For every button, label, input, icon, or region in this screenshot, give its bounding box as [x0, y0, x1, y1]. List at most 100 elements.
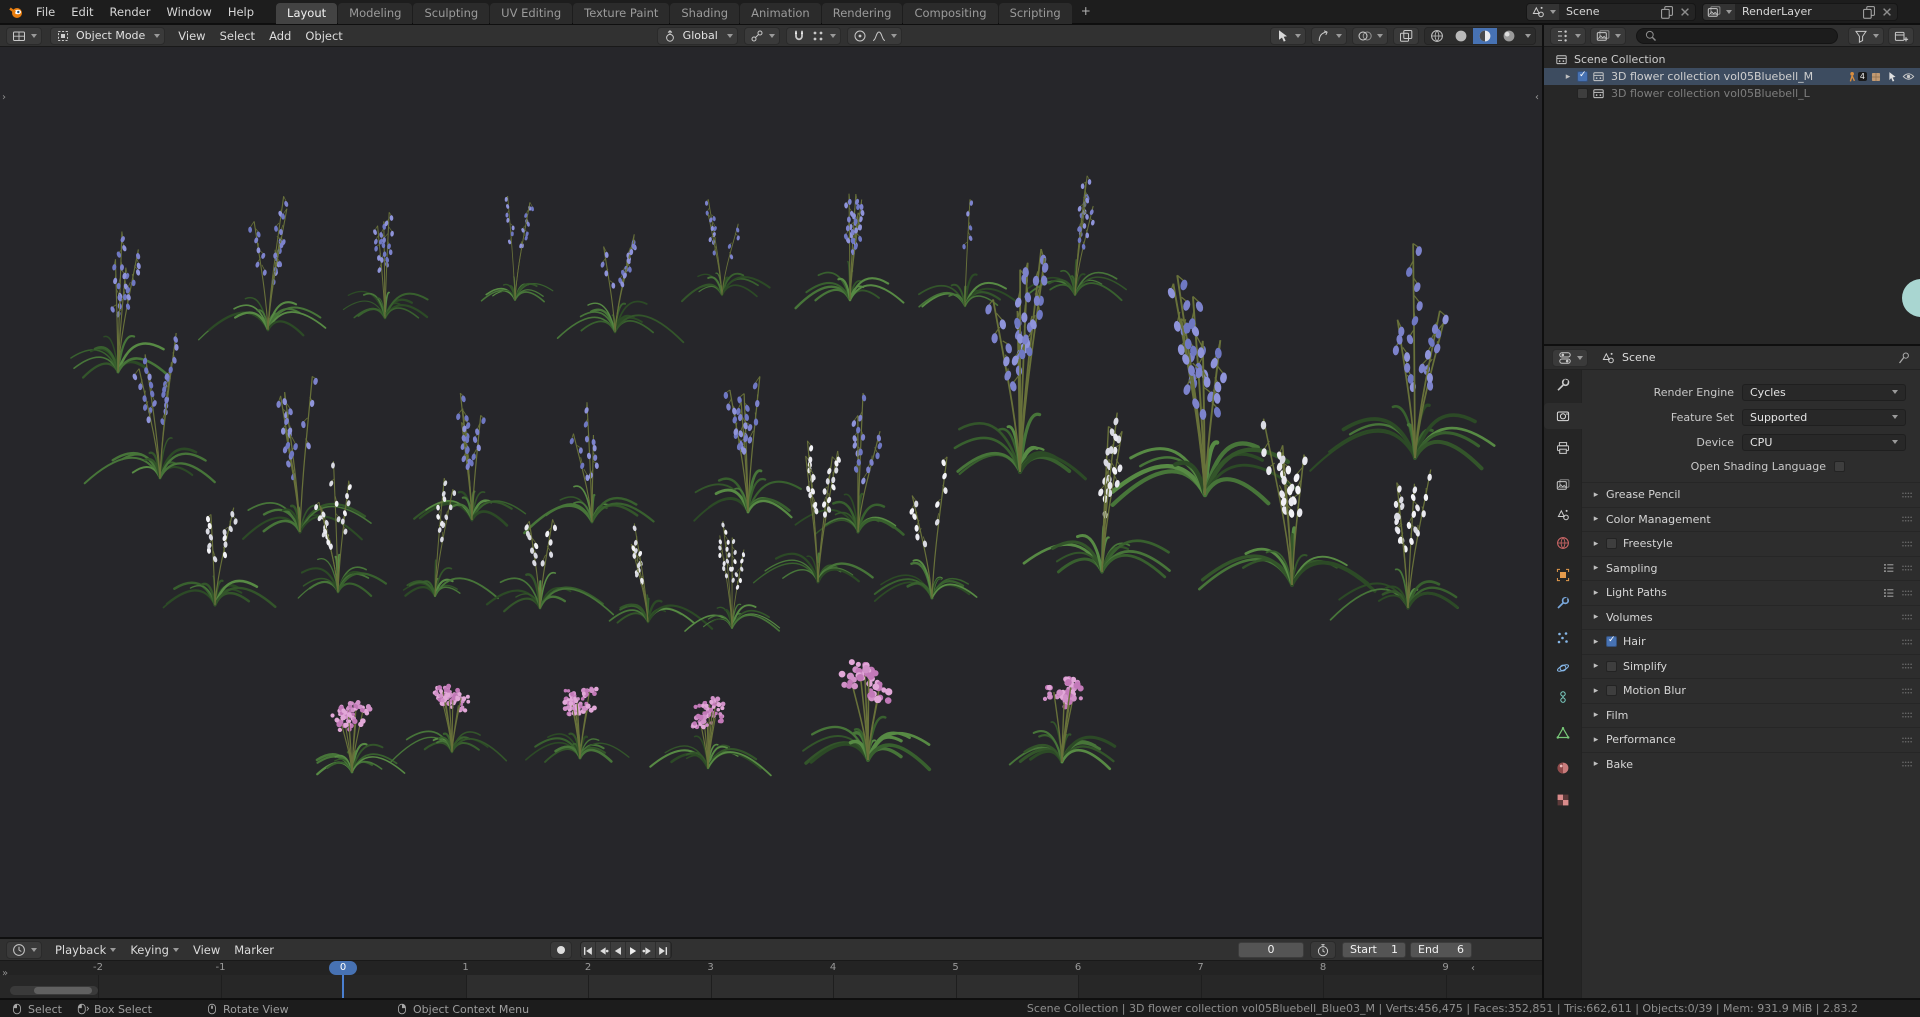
plant-object[interactable] — [241, 376, 372, 541]
collection-checkbox[interactable] — [1577, 88, 1588, 99]
timeline-menu-playback[interactable]: Playback — [48, 939, 123, 961]
properties-tab-material[interactable] — [1550, 755, 1576, 781]
properties-tab-world[interactable] — [1550, 530, 1576, 556]
drag-dots-icon[interactable] — [1900, 586, 1914, 600]
property-dropdown-render-engine[interactable]: Cycles — [1742, 383, 1906, 401]
timeline-ruler[interactable]: -2-101234567890 — [0, 961, 1542, 975]
properties-tab-scene[interactable] — [1550, 502, 1576, 528]
transport-back-button[interactable] — [611, 941, 627, 958]
drag-dots-icon[interactable] — [1900, 733, 1914, 747]
outliner-filter-button[interactable] — [1848, 26, 1884, 45]
plant-object[interactable] — [83, 332, 216, 485]
plant-object[interactable] — [684, 521, 781, 632]
view-layer-selector[interactable]: RenderLayer — [1702, 2, 1898, 21]
playhead-frame-badge[interactable]: 0 — [329, 961, 357, 975]
frame-end-field[interactable]: End 6 — [1410, 941, 1472, 958]
plant-object[interactable] — [390, 683, 508, 763]
expander-icon[interactable]: ▸ — [1590, 588, 1602, 598]
add-workspace-button[interactable]: + — [1073, 1, 1099, 22]
section-simplify[interactable]: ▸ Simplify — [1582, 653, 1920, 678]
plant-object[interactable] — [680, 199, 771, 303]
timeline-menu-marker[interactable]: Marker — [227, 939, 281, 961]
shading-solid-button[interactable] — [1449, 27, 1473, 44]
plant-object[interactable] — [873, 456, 978, 602]
outliner-row[interactable]: 3D flower collection vol05Bluebell_L — [1544, 85, 1920, 102]
collection-checkbox[interactable] — [1577, 70, 1588, 82]
drag-dots-icon[interactable] — [1900, 537, 1914, 551]
plant-object[interactable] — [297, 461, 388, 599]
timeline-expand-arrow[interactable]: » — [2, 969, 8, 979]
view-layer-name[interactable]: RenderLayer — [1735, 5, 1861, 18]
workspace-tab-sculpting[interactable]: Sculpting — [413, 2, 490, 24]
section-checkbox[interactable] — [1606, 635, 1617, 647]
section-grease-pencil[interactable]: ▸ Grease Pencil — [1582, 482, 1920, 506]
properties-tab-tool[interactable] — [1550, 372, 1576, 398]
shading-dropdown[interactable] — [1521, 27, 1535, 44]
section-bake[interactable]: ▸ Bake — [1582, 751, 1920, 776]
close-icon[interactable] — [1879, 4, 1895, 20]
expander-icon[interactable]: ▸ — [1590, 612, 1602, 622]
properties-tab-data[interactable] — [1550, 720, 1576, 746]
drag-dots-icon[interactable] — [1900, 635, 1914, 649]
record-button[interactable] — [550, 940, 573, 959]
sidebar-collapse-arrow[interactable]: ‹ — [1535, 93, 1539, 103]
properties-tab-physics[interactable] — [1550, 655, 1576, 681]
section-freestyle[interactable]: ▸ Freestyle — [1582, 531, 1920, 555]
expander-icon[interactable]: ▸ — [1590, 710, 1602, 720]
blender-logo-icon[interactable] — [8, 4, 24, 20]
viewport-menu-add[interactable]: Add — [262, 25, 298, 47]
section-film[interactable]: ▸ Film — [1582, 702, 1920, 727]
plant-object[interactable] — [480, 195, 554, 303]
plant-object[interactable] — [1198, 418, 1377, 593]
osl-checkbox[interactable] — [1834, 460, 1845, 472]
expander-icon[interactable]: ▸ — [1590, 661, 1602, 671]
timeline-collapse-arrow[interactable]: ‹ — [1471, 964, 1475, 974]
viewport-canvas[interactable]: › — [0, 47, 1542, 937]
topbar-menu-help[interactable]: Help — [220, 0, 262, 24]
new-collection-button[interactable] — [1888, 26, 1914, 45]
property-dropdown-device[interactable]: CPU — [1742, 433, 1906, 451]
drag-dots-icon[interactable] — [1900, 561, 1914, 575]
visibility-eye-icon[interactable] — [1901, 69, 1916, 84]
transport-prevkey-button[interactable] — [596, 941, 612, 958]
timeline-scrollbar[interactable] — [10, 986, 98, 995]
drag-dots-icon[interactable] — [1900, 488, 1914, 502]
viewport-menu-view[interactable]: View — [171, 25, 212, 47]
shading-material-button[interactable] — [1473, 27, 1497, 44]
pivot-dropdown[interactable] — [743, 26, 780, 45]
plant-object[interactable] — [693, 376, 802, 522]
overlays-dropdown[interactable] — [1352, 26, 1388, 45]
auto-keyframe-button[interactable] — [1310, 940, 1336, 959]
plant-object[interactable] — [162, 507, 277, 609]
plant-object[interactable] — [523, 402, 655, 535]
mode-dropdown[interactable]: Object Mode — [50, 26, 166, 45]
expander-icon[interactable]: ▸ — [1590, 490, 1602, 500]
expander-icon[interactable]: ▸ — [1590, 514, 1602, 524]
plant-object[interactable] — [794, 193, 905, 310]
xray-toggle[interactable] — [1393, 26, 1419, 45]
plant-object[interactable] — [556, 234, 685, 344]
plant-object[interactable] — [608, 523, 714, 630]
outliner-row[interactable]: Scene Collection — [1544, 51, 1920, 68]
viewport-menu-select[interactable]: Select — [213, 25, 262, 47]
topbar-menu-file[interactable]: File — [28, 0, 63, 24]
workspace-tab-texture-paint[interactable]: Texture Paint — [573, 2, 670, 24]
transport-start-button[interactable] — [581, 941, 597, 958]
plant-object[interactable] — [315, 700, 406, 776]
drag-dots-icon[interactable] — [1900, 610, 1914, 624]
expander-icon[interactable]: ▸ — [1590, 686, 1602, 696]
plant-object[interactable] — [485, 519, 615, 616]
plant-object[interactable] — [649, 696, 772, 777]
plant-object[interactable] — [802, 659, 932, 772]
copy-icon[interactable] — [1861, 4, 1877, 20]
plant-object[interactable] — [342, 212, 429, 320]
section-checkbox[interactable] — [1606, 538, 1617, 549]
copy-icon[interactable] — [1659, 4, 1675, 20]
workspace-tab-uv-editing[interactable]: UV Editing — [490, 2, 573, 24]
workspace-tab-scripting[interactable]: Scripting — [998, 2, 1072, 24]
section-light-paths[interactable]: ▸ Light Paths — [1582, 580, 1920, 604]
outliner-filter-mode[interactable] — [1590, 26, 1626, 45]
section-color-management[interactable]: ▸ Color Management — [1582, 506, 1920, 531]
expander-icon[interactable]: ▸ — [1590, 637, 1602, 647]
timeline-menu-view[interactable]: View — [186, 939, 227, 961]
